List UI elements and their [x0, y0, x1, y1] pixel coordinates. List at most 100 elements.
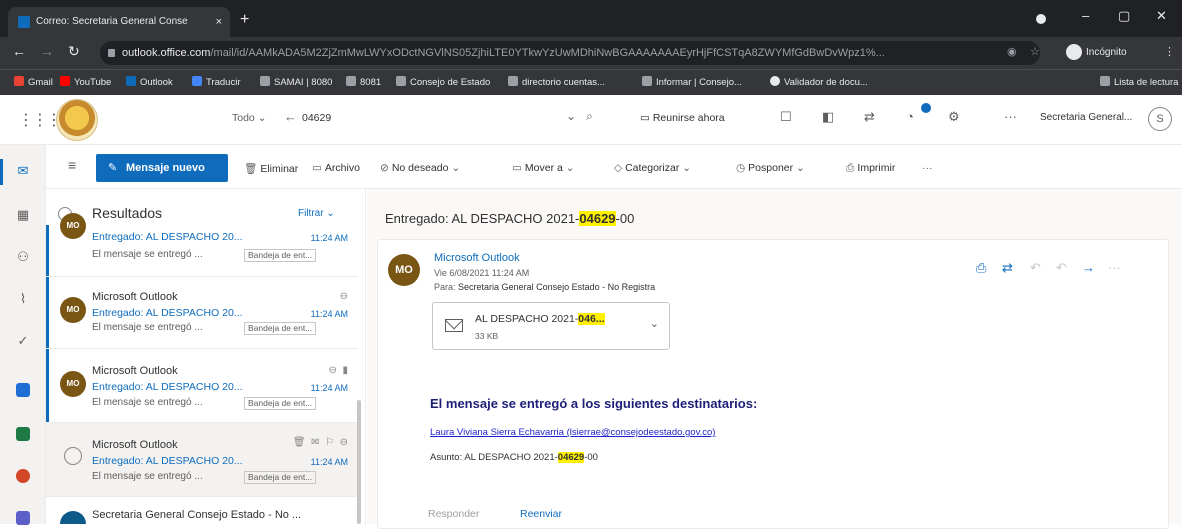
- reply-button[interactable]: Responder: [428, 508, 479, 520]
- search-input[interactable]: 04629: [302, 112, 331, 124]
- more-icon[interactable]: ···: [1004, 109, 1017, 124]
- bookmark-directorio[interactable]: directorio cuentas...: [508, 76, 605, 88]
- outlook-favicon-icon: [18, 16, 30, 28]
- browser-tab[interactable]: Correo: Secretaria General Conse ×: [8, 7, 230, 37]
- bookmark-gmail[interactable]: Gmail: [14, 76, 53, 88]
- new-tab-button[interactable]: +: [240, 12, 249, 28]
- archive-button[interactable]: ▭ Archivo: [312, 162, 360, 174]
- item-subject: Entregado: AL DESPACHO 20...: [92, 381, 243, 393]
- bookmark-star-icon[interactable]: ☆: [1030, 45, 1040, 58]
- hamburger-menu-icon[interactable]: ≡: [68, 157, 76, 173]
- search-back-icon[interactable]: ←: [284, 109, 297, 124]
- delete-button[interactable]: 🗑 Eliminar: [244, 162, 298, 175]
- address-bar[interactable]: outlook.office.com/mail/id/AAMkADA5M2ZjZ…: [100, 41, 1040, 65]
- list-item[interactable]: MO Entregado: AL DESPACHO 20... 11:24 AM…: [46, 213, 358, 277]
- list-item-selected[interactable]: Microsoft Outlook 🗑 ✉ ⚐ ⊖ Entregado: AL …: [46, 423, 358, 497]
- reply-all-icon[interactable]: ↶: [1056, 260, 1067, 276]
- to-do-icon[interactable]: ⇄: [864, 109, 875, 125]
- account-name[interactable]: Secretaria General...: [1040, 112, 1132, 123]
- attachment-icon[interactable]: ⌇: [0, 291, 46, 307]
- item-folder-badge[interactable]: Bandeja de ent...: [244, 249, 317, 262]
- incognito-indicator[interactable]: Incógnito: [1066, 43, 1127, 63]
- chevron-down-icon: ⌄: [451, 162, 461, 174]
- sender-name[interactable]: Microsoft Outlook: [434, 252, 520, 264]
- item-folder-badge[interactable]: Bandeja de ent...: [244, 471, 317, 484]
- message-recipients: Para: Secretaria General Consejo Estado …: [434, 282, 656, 292]
- mail-icon[interactable]: ✉: [0, 163, 46, 179]
- bookmark-consejo-estado[interactable]: Consejo de Estado: [396, 76, 490, 88]
- printer-icon: ⎙: [846, 162, 855, 174]
- teams-app-icon[interactable]: [16, 511, 30, 525]
- item-folder-badge[interactable]: Bandeja de ent...: [244, 397, 317, 410]
- word-icon[interactable]: [16, 383, 30, 397]
- forward-button[interactable]: Reenviar: [520, 508, 562, 520]
- new-message-button[interactable]: ✎ Mensaje nuevo: [96, 154, 228, 182]
- categorize-button[interactable]: ◇ Categorizar ⌄: [614, 162, 694, 174]
- list-item[interactable]: MO Microsoft Outlook ⊖ ▮ Entregado: AL D…: [46, 349, 358, 423]
- powerpoint-icon[interactable]: [16, 469, 30, 483]
- browser-menu-icon[interactable]: ⋮: [1164, 45, 1175, 58]
- filter-button[interactable]: Filtrar ⌄: [298, 208, 335, 219]
- globe-icon: [770, 76, 780, 86]
- forward-icon[interactable]: →: [1082, 260, 1095, 275]
- item-time: 11:24 AM: [310, 383, 348, 393]
- people-icon[interactable]: ⚇: [0, 249, 46, 265]
- teams-icon[interactable]: ☐: [780, 109, 792, 125]
- tab-close-icon[interactable]: ×: [216, 7, 222, 37]
- reading-list[interactable]: Lista de lectura: [1100, 76, 1178, 88]
- list-item[interactable]: MO Microsoft Outlook ⊖ Entregado: AL DES…: [46, 277, 358, 349]
- move-to-button[interactable]: ▭ Mover a ⌄: [512, 162, 578, 174]
- excel-icon[interactable]: [16, 427, 30, 441]
- account-avatar[interactable]: S: [1148, 107, 1172, 131]
- more-actions-icon[interactable]: ···: [1108, 260, 1121, 275]
- attachment-card[interactable]: AL DESPACHO 2021-046... 33 KB ⌄: [432, 302, 670, 350]
- search-options[interactable]: ⌄ ⌕: [566, 109, 593, 124]
- avatar: MO: [60, 213, 86, 239]
- reply-icon[interactable]: ↶: [1030, 260, 1041, 276]
- snooze-button[interactable]: ◷ Posponer ⌄: [736, 162, 808, 174]
- forward-icon[interactable]: →: [40, 43, 54, 59]
- translate-icon: [192, 76, 202, 86]
- app-launcher-icon[interactable]: ⋮⋮⋮: [18, 110, 62, 130]
- item-folder-badge[interactable]: Bandeja de ent...: [244, 322, 317, 335]
- search-scope-dropdown[interactable]: Todo ⌄: [232, 112, 267, 124]
- item-time: 11:24 AM: [310, 309, 348, 319]
- calendar-icon[interactable]: ▦: [0, 207, 46, 223]
- reload-icon[interactable]: ↻: [68, 43, 80, 60]
- maximize-icon[interactable]: ▢: [1118, 8, 1130, 24]
- item-select-checkbox[interactable]: [64, 447, 82, 465]
- bookmark-samai-8080[interactable]: SAMAI | 8080: [260, 76, 332, 88]
- minimize-icon[interactable]: ‒: [1082, 8, 1089, 23]
- message-date: Vie 6/08/2021 11:24 AM: [434, 268, 530, 278]
- item-sender: Microsoft Outlook: [92, 365, 178, 377]
- immersive-reader-icon[interactable]: ⇄: [1002, 260, 1013, 276]
- onenote-icon[interactable]: ◧: [822, 109, 834, 125]
- print-button[interactable]: ⎙ Imprimir: [846, 162, 895, 175]
- bookmark-validador[interactable]: Validador de docu...: [770, 76, 868, 88]
- todo-check-icon[interactable]: ✓: [0, 333, 46, 349]
- notifications-icon[interactable]: ◔: [906, 109, 914, 124]
- junk-button[interactable]: ⊘ No deseado ⌄: [380, 162, 463, 174]
- bookmark-outlook[interactable]: Outlook: [126, 76, 173, 88]
- bookmark-traducir[interactable]: Traducir: [192, 76, 241, 88]
- back-icon[interactable]: ←: [12, 43, 26, 59]
- print-message-icon[interactable]: ⎙: [976, 260, 986, 276]
- more-commands-button[interactable]: ···: [922, 162, 933, 174]
- eye-off-icon[interactable]: ◉: [1007, 45, 1017, 58]
- message-card: MO Microsoft Outlook Vie 6/08/2021 11:24…: [377, 239, 1169, 529]
- list-item[interactable]: Secretaria General Consejo Estado - No .…: [46, 497, 358, 524]
- item-preview: El mensaje se entregó ...: [92, 249, 203, 260]
- recipient-link[interactable]: Laura Viviana Sierra Echavarria (lsierra…: [430, 427, 715, 438]
- settings-gear-icon[interactable]: ⚙: [948, 109, 960, 125]
- bookmark-8081[interactable]: 8081: [346, 76, 381, 88]
- bookmark-youtube[interactable]: YouTube: [60, 76, 111, 88]
- bookmark-informar[interactable]: Informar | Consejo...: [642, 76, 742, 88]
- close-window-icon[interactable]: ✕: [1156, 8, 1167, 24]
- message-list: Resultados Filtrar ⌄ MO Entregado: AL DE…: [46, 189, 366, 524]
- message-list-scrollbar[interactable]: [357, 400, 361, 524]
- meet-now-button[interactable]: ▭ Reunirse ahora: [640, 112, 725, 124]
- hover-actions[interactable]: 🗑 ✉ ⚐ ⊖: [293, 437, 348, 448]
- outlook-icon: [126, 76, 136, 86]
- chevron-down-icon: ⌄: [566, 109, 577, 123]
- chevron-down-icon[interactable]: ⌄: [650, 317, 659, 330]
